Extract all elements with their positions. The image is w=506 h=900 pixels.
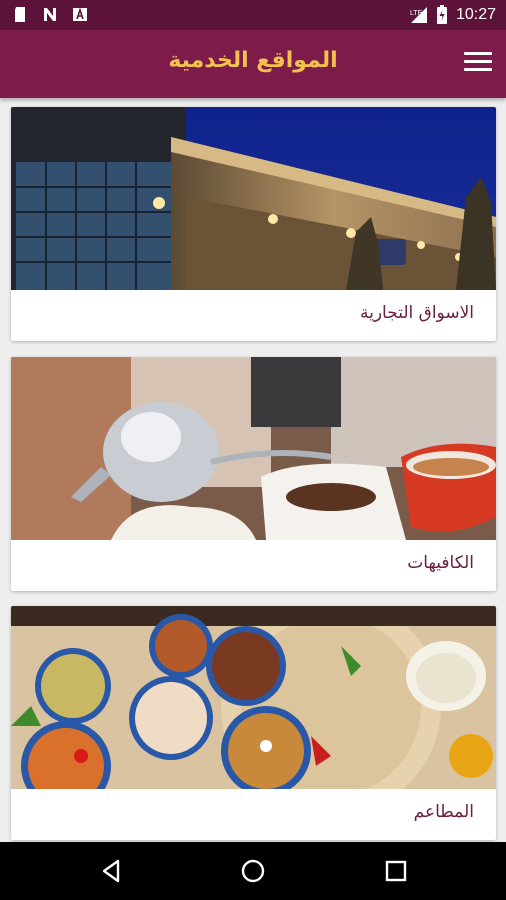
signal-icon: LTE (410, 7, 427, 23)
card-label: المطاعم (413, 802, 474, 822)
sd-card-icon (12, 6, 28, 23)
card-label: الكافيهات (407, 553, 474, 573)
status-left-icons (12, 6, 88, 23)
status-right: LTE 10:27 (408, 5, 496, 25)
svg-text:LTE: LTE (410, 10, 423, 17)
a-icon (72, 6, 88, 23)
app-bar: المواقع الخدمية (0, 30, 506, 98)
hamburger-menu-icon[interactable] (464, 52, 492, 76)
home-icon[interactable] (240, 858, 266, 884)
card-shopping-malls[interactable]: الاسواق التجارية (11, 107, 496, 341)
n-icon (42, 6, 58, 23)
page-title: المواقع الخدمية (168, 48, 338, 73)
status-bar: LTE 10:27 (0, 0, 506, 30)
battery-icon (436, 5, 447, 24)
card-label: الاسواق التجارية (359, 303, 474, 323)
food-dishes-photo (11, 606, 496, 789)
card-restaurants[interactable]: المطاعم (11, 606, 496, 840)
back-icon[interactable] (99, 858, 125, 884)
card-cafes[interactable]: الكافيهات (11, 357, 496, 591)
clock: 10:27 (455, 6, 496, 23)
shopping-mall-photo (11, 107, 496, 290)
coffee-pour-photo (11, 357, 496, 540)
recents-icon[interactable] (383, 858, 409, 884)
navigation-bar (0, 842, 506, 900)
